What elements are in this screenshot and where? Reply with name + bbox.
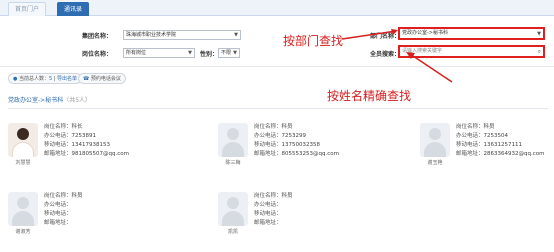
position-select[interactable]: 所有岗位 ▼	[123, 48, 195, 58]
contact-position: 岗位名称：科员	[44, 193, 83, 199]
contact-mobile: 移动电话：13417938153	[44, 142, 111, 148]
group-select-value: 珠海城市职业技术学院	[126, 32, 177, 38]
contact-card: 陈三梅 岗位名称：科员 办公电话：7253299 移动电话：1375003235…	[218, 123, 398, 183]
contact-email: 邮箱地址：	[44, 220, 72, 226]
tab-home[interactable]: 首页门户✕	[8, 2, 46, 26]
contact-office: 办公电话：	[254, 202, 282, 208]
group-label: 集团名称：	[82, 33, 113, 40]
gender-select-value: 不限	[221, 50, 232, 56]
contact-office: 办公电话：	[44, 202, 72, 208]
contact-office: 办公电话：7253504	[456, 133, 509, 139]
export-link[interactable]: 导出名单	[57, 76, 77, 82]
dept-select-value: 党政办公室->秘书科	[402, 30, 448, 36]
total-count-pill: ● 当前总人数：5 | 导出名单	[8, 73, 83, 84]
annotation-by-name: 按姓名精确查找	[327, 89, 412, 103]
avatar	[420, 123, 450, 157]
contact-position: 岗位名称：科员	[254, 124, 293, 130]
contact-name: 刘慧慧	[15, 160, 31, 166]
tab-bar: 首页门户✕ 通讯录	[0, 0, 554, 26]
search-icon[interactable]: ⌕	[538, 47, 541, 56]
contact-position: 岗位名称：科长	[44, 124, 83, 130]
contact-name: 陈三梅	[225, 160, 241, 166]
position-label: 岗位名称：	[82, 51, 113, 58]
avatar	[218, 123, 248, 157]
contact-position: 岗位名称：科员	[456, 124, 495, 130]
contact-position: 岗位名称：科员	[254, 193, 293, 199]
avatar	[8, 192, 38, 226]
contact-mobile: 移动电话：13631257111	[456, 142, 523, 148]
contact-mobile: 移动电话：	[44, 211, 72, 217]
stats-bar: ● 当前总人数：5 | 导出名单 ☎ 预约电话会议	[0, 68, 554, 86]
avatar	[218, 192, 248, 226]
contact-card: 谢玉艳 岗位名称：科员 办公电话：7253504 移动电话：1363125711…	[420, 123, 550, 183]
department-heading: 党政办公室->秘书科（共5人）	[8, 95, 91, 104]
chevron-down-icon: ▼	[234, 32, 238, 38]
chevron-down-icon: ▼	[233, 50, 237, 56]
contact-name: 凯凯	[227, 229, 238, 235]
chevron-down-icon: ▼	[537, 31, 541, 37]
tab-address-book[interactable]: 通讯录	[57, 2, 89, 16]
chevron-down-icon: ▼	[188, 50, 192, 56]
divider	[8, 108, 548, 109]
group-select[interactable]: 珠海城市职业技术学院 ▼	[123, 30, 241, 40]
reserve-call-button[interactable]: ☎ 预约电话会议	[78, 73, 126, 84]
annotation-arrow-department	[341, 29, 398, 40]
total-count: 5	[48, 76, 53, 82]
avatar	[8, 123, 38, 157]
position-select-value: 所有岗位	[126, 50, 147, 56]
dept-select[interactable]: 党政办公室->秘书科 ▼	[398, 27, 545, 40]
contact-name: 谢淑芳	[15, 229, 31, 235]
department-path[interactable]: 党政办公室->秘书科	[8, 97, 63, 104]
total-label: 当前总人数：	[18, 76, 49, 82]
contact-mobile: 移动电话：	[254, 211, 282, 217]
contact-card: 刘慧慧 岗位名称：科长 办公电话：7253891 移动电话：1341793815…	[8, 123, 188, 183]
tab-address-book-label: 通讯录	[64, 6, 83, 13]
phone-icon: ☎	[83, 76, 90, 82]
contact-email: 邮箱地址：805553253@qq.com	[254, 151, 339, 157]
contact-office: 办公电话：7253891	[44, 133, 97, 139]
user-icon: ●	[13, 76, 18, 82]
contact-card: 谢淑芳 岗位名称：科员 办公电话： 移动电话： 邮箱地址：	[8, 192, 188, 252]
gender-select[interactable]: 不限 ▼	[218, 48, 240, 58]
contact-email: 邮箱地址：2863364932@qq.com	[456, 151, 545, 157]
contact-email: 邮箱地址：	[254, 220, 282, 226]
tab-home-label: 首页门户	[15, 6, 40, 13]
contact-mobile: 移动电话：13750032358	[254, 142, 321, 148]
department-count: （共5人）	[63, 97, 92, 104]
contact-office: 办公电话：7253299	[254, 133, 307, 139]
gender-label: 性别：	[200, 51, 219, 58]
filter-panel: 集团名称： 珠海城市职业技术学院 ▼ 岗位名称： 所有岗位 ▼ 性别： 不限 ▼…	[0, 17, 554, 67]
contact-email: 邮箱地址：981805507@qq.com	[44, 151, 129, 157]
contact-card: 凯凯 岗位名称：科员 办公电话： 移动电话： 邮箱地址：	[218, 192, 398, 252]
contact-name: 谢玉艳	[427, 160, 443, 166]
reserve-label: 预约电话会议	[90, 76, 121, 82]
annotation-by-department: 按部门查找	[283, 34, 344, 48]
